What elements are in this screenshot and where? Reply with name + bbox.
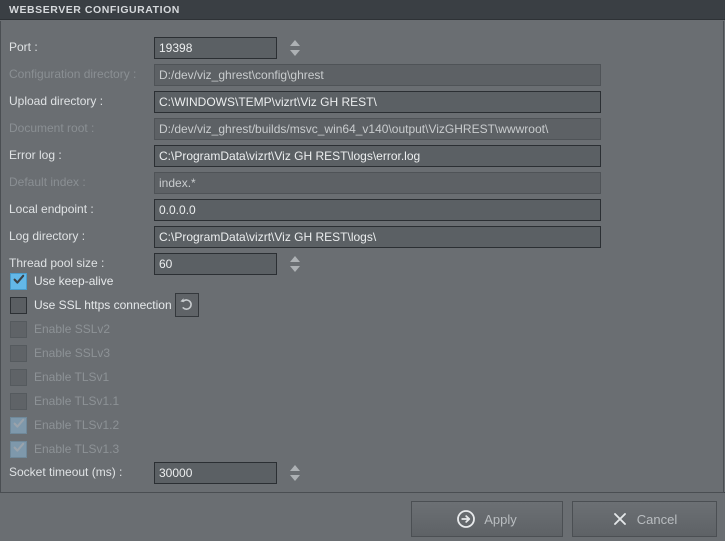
- checkbox: [10, 369, 27, 386]
- form-row-input[interactable]: [154, 37, 277, 59]
- checkbox[interactable]: [10, 297, 27, 314]
- checkbox-label: Enable SSLv2: [34, 322, 111, 336]
- spinner-down-icon[interactable]: [290, 475, 300, 481]
- checkmark-icon: [13, 441, 25, 454]
- socket-timeout-input[interactable]: [154, 462, 277, 484]
- checkbox-label: Use SSL https connection: [34, 298, 172, 312]
- reset-ssl-button[interactable]: [175, 293, 199, 317]
- form-row-label: Upload directory :: [9, 94, 104, 108]
- form-row: Error log :: [0, 145, 725, 167]
- form-row: Port :: [0, 37, 725, 59]
- form-row-label: Port :: [9, 40, 38, 54]
- cancel-button[interactable]: Cancel: [572, 501, 717, 537]
- checkbox-label: Enable TLSv1.3: [34, 442, 120, 456]
- checkbox: [10, 441, 27, 458]
- checkbox-row: Enable TLSv1.1: [0, 390, 400, 414]
- form-row-input: [154, 64, 601, 86]
- checkbox-row[interactable]: Use SSL https connection: [0, 294, 400, 318]
- form-row: Log directory :: [0, 226, 725, 248]
- form-row: Upload directory :: [0, 91, 725, 113]
- checkbox-label: Enable SSLv3: [34, 346, 111, 360]
- checkbox: [10, 417, 27, 434]
- spinner-up-icon[interactable]: [290, 40, 300, 46]
- form-row-label: Log directory :: [9, 229, 86, 243]
- spinner-up-icon[interactable]: [290, 465, 300, 471]
- checkbox-label: Enable TLSv1.2: [34, 418, 120, 432]
- form-row-input[interactable]: [154, 199, 601, 221]
- checkmark-icon: [13, 273, 25, 286]
- checkbox-row: Enable TLSv1.3: [0, 438, 400, 462]
- form-row-label: Error log :: [9, 148, 62, 162]
- form-row: Default index :: [0, 172, 725, 194]
- form-row-input[interactable]: [154, 91, 601, 113]
- webserver-configuration-window: WEBSERVER CONFIGURATION Port : Configurat…: [0, 0, 725, 541]
- checkmark-icon: [13, 417, 25, 430]
- checkbox-row[interactable]: Use keep-alive: [0, 270, 400, 294]
- undo-arrow-icon: [176, 297, 198, 313]
- checkbox-row: Enable TLSv1.2: [0, 414, 400, 438]
- apply-button-label: Apply: [484, 511, 517, 527]
- checkbox-label: Enable TLSv1: [34, 370, 110, 384]
- number-spinner[interactable]: [288, 37, 302, 59]
- checkbox: [10, 321, 27, 338]
- form-row-label: Document root :: [9, 121, 95, 135]
- page-title: WEBSERVER CONFIGURATION: [9, 4, 180, 16]
- form-row-label: Thread pool size :: [9, 256, 105, 270]
- close-x-icon: [612, 511, 628, 527]
- checkbox-row: Enable SSLv3: [0, 342, 400, 366]
- form-row-input: [154, 118, 601, 140]
- cancel-button-label: Cancel: [636, 511, 678, 527]
- arrow-circle-right-icon: [457, 510, 476, 528]
- form-row-label: Local endpoint :: [9, 202, 94, 216]
- spinner-up-icon[interactable]: [290, 256, 300, 262]
- form-row-input[interactable]: [154, 226, 601, 248]
- form-row: Document root :: [0, 118, 725, 140]
- form-row-label: Default index :: [9, 175, 86, 189]
- socket-timeout-spinner[interactable]: [288, 462, 302, 484]
- socket-timeout-label: Socket timeout (ms) :: [9, 465, 123, 479]
- checkbox-row: Enable TLSv1: [0, 366, 400, 390]
- spinner-down-icon[interactable]: [290, 50, 300, 56]
- checkbox-label: Use keep-alive: [34, 274, 114, 288]
- form-row: Local endpoint :: [0, 199, 725, 221]
- form-row-label: Configuration directory :: [9, 67, 137, 81]
- checkbox: [10, 393, 27, 410]
- titlebar: WEBSERVER CONFIGURATION: [0, 0, 725, 20]
- form-row-input[interactable]: [154, 145, 601, 167]
- checkbox-row: Enable SSLv2: [0, 318, 400, 342]
- form-row-input: [154, 172, 601, 194]
- checkbox: [10, 345, 27, 362]
- apply-button[interactable]: Apply: [411, 501, 563, 537]
- checkbox[interactable]: [10, 273, 27, 290]
- form-row: Configuration directory :: [0, 64, 725, 86]
- socket-timeout-row: Socket timeout (ms) :: [0, 462, 725, 484]
- checkbox-label: Enable TLSv1.1: [34, 394, 120, 408]
